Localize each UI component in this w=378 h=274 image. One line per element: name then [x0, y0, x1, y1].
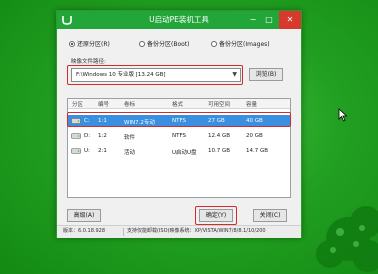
mode-selector: 还原分区(R) 备份分区(Boot) 备份分区(Images)	[65, 39, 297, 51]
hard-drive-icon	[71, 148, 81, 154]
table-row[interactable]: U: 2:1 活动 U启动U盘 10.7 GB 14.7 GB	[68, 145, 290, 157]
chevron-down-icon: ▼	[232, 71, 237, 78]
cell-size: 20 GB	[246, 133, 263, 139]
cell-number: 2:1	[98, 148, 107, 154]
support-text: 支持仅能卸载(ISO)映像系统：XP/VISTA/WIN7/8/8.1/10/2…	[127, 228, 266, 234]
cell-drive: U:	[84, 148, 90, 154]
installer-window: U启动PE装机工具 − □ ✕ 还原分区(R) 备份分区(Boot) 备份分区(…	[56, 10, 302, 238]
mouse-pointer-icon	[338, 108, 348, 122]
cell-size: 14.7 GB	[246, 148, 269, 154]
hard-drive-icon	[71, 133, 81, 139]
table-header: 分区 编号 卷标 格式 可用空间 容量	[68, 99, 290, 109]
cell-number: 1:2	[98, 133, 107, 139]
cell-free: 12.4 GB	[208, 133, 231, 139]
cell-free: 10.7 GB	[208, 148, 231, 154]
status-divider	[123, 228, 124, 236]
column-header: 卷标	[124, 102, 136, 108]
minimize-button[interactable]: −	[245, 11, 261, 29]
title-bar: U启动PE装机工具 − □ ✕	[57, 11, 301, 29]
cell-format: NTFS	[172, 133, 187, 139]
maximize-button[interactable]: □	[261, 11, 277, 29]
radio-backup-images[interactable]: 备份分区(Images)	[211, 39, 270, 48]
cell-format: U启动U盘	[172, 150, 197, 156]
radio-backup-boot[interactable]: 备份分区(Boot)	[139, 39, 190, 48]
column-header: 可用空间	[208, 102, 231, 108]
close-window-button[interactable]: ✕	[279, 11, 301, 29]
column-header: 容量	[246, 102, 258, 108]
image-file-value: F:\Windows 10 专业版 [13.24 GB]	[76, 72, 166, 78]
close-button[interactable]: 关闭(C)	[253, 209, 287, 222]
radio-restore[interactable]: 还原分区(R)	[69, 39, 110, 48]
browse-button[interactable]: 浏览(B)	[249, 68, 283, 81]
column-header: 格式	[172, 102, 184, 108]
table-row[interactable]: D: 1:2 软件 NTFS 12.4 GB 20 GB	[68, 130, 290, 142]
radio-dot	[211, 40, 217, 47]
cell-label: 软件	[124, 135, 136, 141]
version-text: 版本：6.0.18.928	[63, 228, 106, 234]
highlight-box	[67, 112, 291, 127]
radio-label: 还原分区(R)	[77, 41, 110, 48]
radio-label: 备份分区(Images)	[219, 41, 270, 48]
advanced-button[interactable]: 高级(A)	[67, 209, 101, 222]
status-bar: 版本：6.0.18.928 支持仅能卸载(ISO)映像系统：XP/VISTA/W…	[57, 225, 301, 238]
cell-drive: D:	[84, 133, 91, 139]
cell-label: 活动	[124, 150, 136, 156]
column-header: 编号	[98, 102, 110, 108]
column-header: 分区	[72, 102, 84, 108]
ok-button[interactable]: 确定(Y)	[199, 209, 233, 222]
image-path-label: 映像文件路径:	[71, 59, 106, 65]
radio-dot	[69, 40, 75, 47]
image-file-select[interactable]: F:\Windows 10 专业版 [13.24 GB] ▼	[71, 68, 241, 82]
radio-label: 备份分区(Boot)	[147, 41, 190, 48]
radio-dot	[139, 40, 145, 47]
